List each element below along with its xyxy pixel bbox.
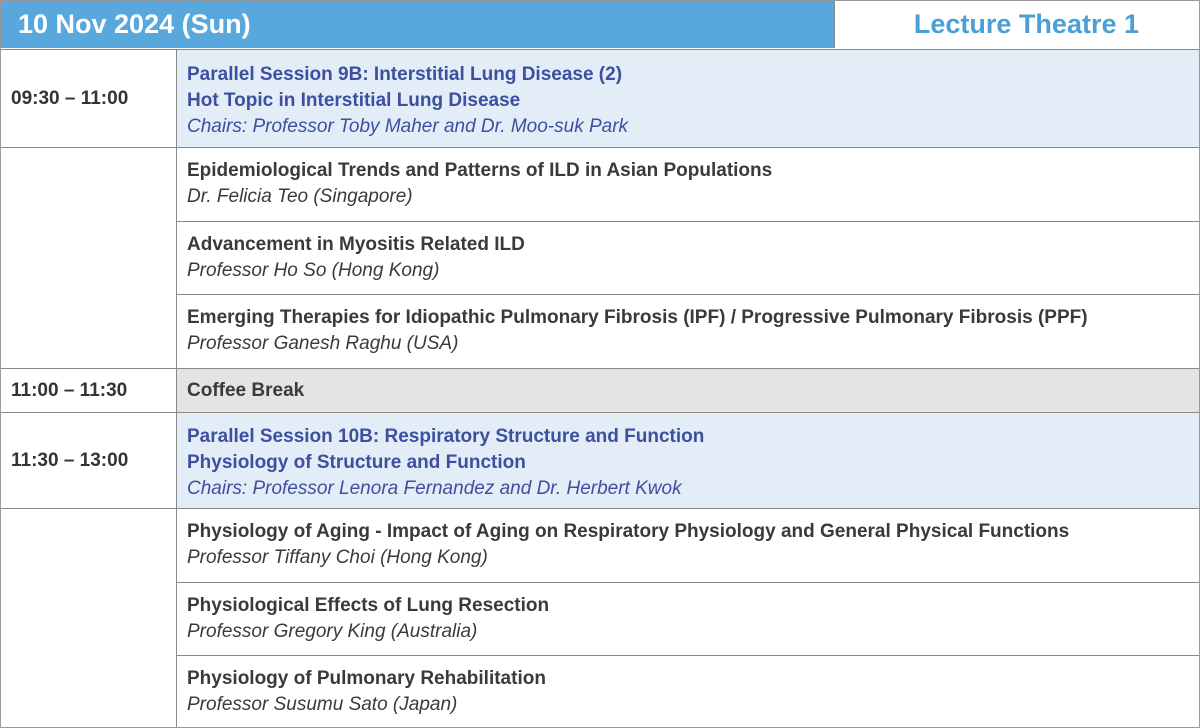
talk-speaker: Dr. Felicia Teo (Singapore): [187, 186, 413, 207]
header-venue: Lecture Theatre 1: [835, 1, 1199, 48]
talk-item: Epidemiological Trends and Patterns of I…: [177, 148, 1199, 221]
session-time: 11:30 – 13:00: [1, 413, 177, 508]
session-row: 09:30 – 11:00 Parallel Session 9B: Inter…: [1, 49, 1199, 147]
talk-speaker: Professor Gregory King (Australia): [187, 621, 478, 642]
session-time: 09:30 – 11:00: [1, 50, 177, 147]
session-info: Parallel Session 10B: Respiratory Struct…: [177, 413, 1199, 508]
break-time: 11:00 – 11:30: [1, 369, 177, 412]
session-title: Parallel Session 10B: Respiratory Struct…: [187, 426, 705, 447]
header-date: 10 Nov 2024 (Sun): [1, 1, 835, 48]
session-chairs: Chairs: Professor Toby Maher and Dr. Moo…: [187, 116, 629, 137]
talk-item: Advancement in Myositis Related ILD Prof…: [177, 221, 1199, 294]
talk-cells: Physiology of Aging - Impact of Aging on…: [177, 509, 1199, 727]
talk-item: Physiology of Pulmonary Rehabilitation P…: [177, 655, 1199, 728]
talk-title: Physiological Effects of Lung Resection: [187, 595, 550, 616]
talk-speaker: Professor Ho So (Hong Kong): [187, 260, 440, 281]
empty-time-cell: [1, 509, 177, 727]
break-label: Coffee Break: [187, 379, 305, 401]
session-title: Parallel Session 9B: Interstitial Lung D…: [187, 64, 623, 85]
programme-page: 10 Nov 2024 (Sun) Lecture Theatre 1 09:3…: [0, 0, 1200, 728]
talk-item: Physiological Effects of Lung Resection …: [177, 582, 1199, 655]
talk-title: Epidemiological Trends and Patterns of I…: [187, 160, 773, 181]
talk-speaker: Professor Tiffany Choi (Hong Kong): [187, 547, 488, 568]
talk-list: Epidemiological Trends and Patterns of I…: [1, 147, 1199, 368]
talk-title: Emerging Therapies for Idiopathic Pulmon…: [187, 307, 1088, 328]
session-chairs: Chairs: Professor Lenora Fernandez and D…: [187, 478, 682, 499]
talk-title: Physiology of Aging - Impact of Aging on…: [187, 521, 1070, 542]
break-cell: Coffee Break: [177, 369, 1199, 412]
session-topic: Physiology of Structure and Function: [187, 452, 526, 473]
session-topic: Hot Topic in Interstitial Lung Disease: [187, 90, 521, 111]
talk-title: Physiology of Pulmonary Rehabilitation: [187, 668, 546, 689]
talk-item: Emerging Therapies for Idiopathic Pulmon…: [177, 294, 1199, 369]
programme-header: 10 Nov 2024 (Sun) Lecture Theatre 1: [1, 1, 1199, 48]
break-row: 11:00 – 11:30 Coffee Break: [1, 368, 1199, 412]
empty-time-cell: [1, 148, 177, 368]
talk-list: Physiology of Aging - Impact of Aging on…: [1, 508, 1199, 727]
talk-item: Physiology of Aging - Impact of Aging on…: [177, 509, 1199, 582]
talk-title: Advancement in Myositis Related ILD: [187, 234, 525, 255]
session-info: Parallel Session 9B: Interstitial Lung D…: [177, 50, 1199, 147]
talk-speaker: Professor Ganesh Raghu (USA): [187, 333, 459, 354]
talk-speaker: Professor Susumu Sato (Japan): [187, 694, 458, 715]
talk-cells: Epidemiological Trends and Patterns of I…: [177, 148, 1199, 368]
session-row: 11:30 – 13:00 Parallel Session 10B: Resp…: [1, 412, 1199, 508]
